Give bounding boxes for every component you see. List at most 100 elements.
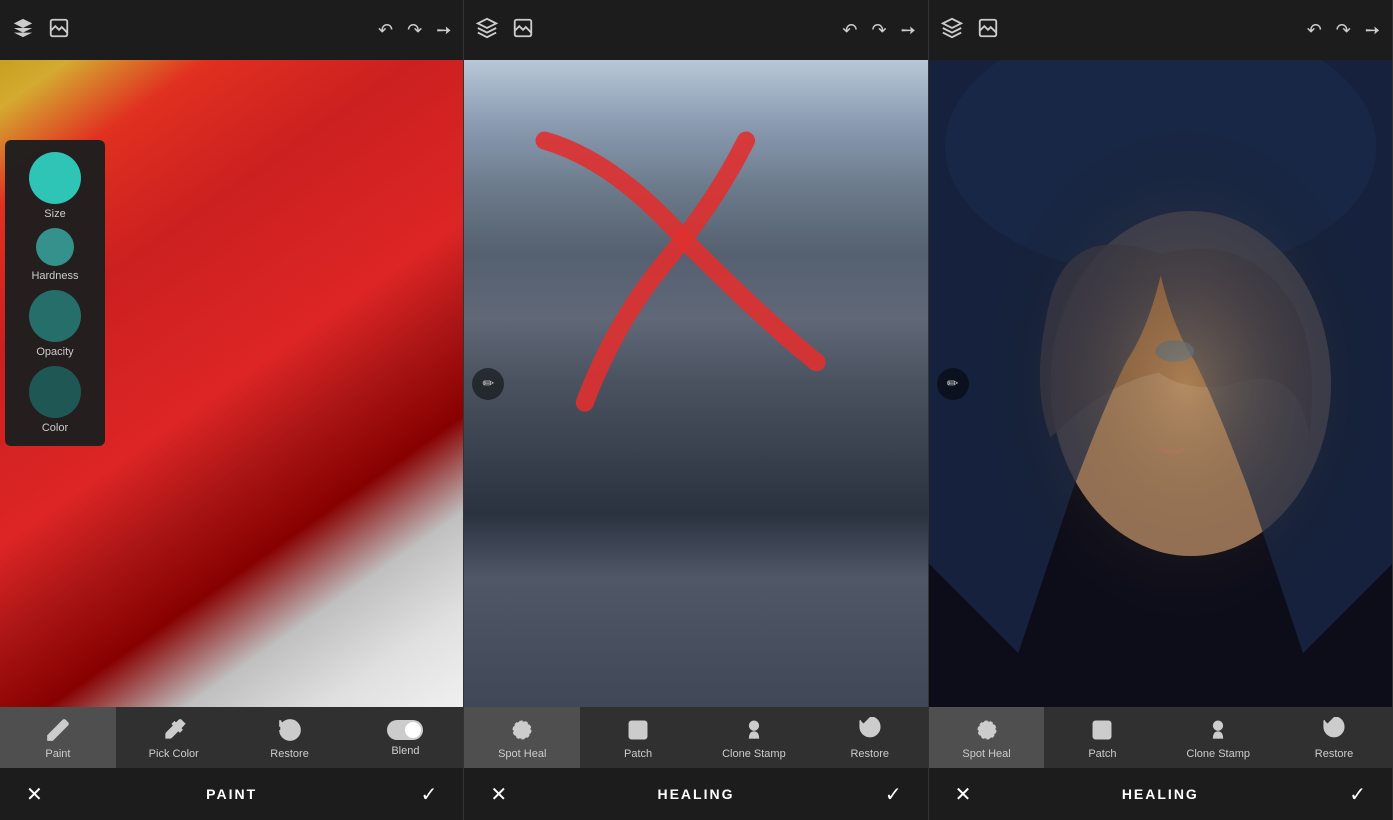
- topbar-paint: ↶ ↷ ➙: [0, 0, 463, 60]
- undo-icon[interactable]: ↶: [842, 20, 857, 41]
- clone-stamp-icon: [741, 717, 767, 743]
- brush-popup: Size Hardness Opacity Color: [5, 140, 105, 446]
- topbar-left: [12, 17, 70, 44]
- action-bar-paint: ✕ PAINT ✓: [0, 768, 463, 820]
- tool-clone-stamp[interactable]: Clone Stamp: [696, 707, 812, 768]
- expand-icon[interactable]: ➙: [901, 20, 916, 41]
- restore-label: Restore: [270, 748, 309, 760]
- pick-color-icon: [161, 717, 187, 743]
- topbar-left: [941, 17, 999, 44]
- redo-icon[interactable]: ↷: [871, 20, 886, 41]
- redo-icon[interactable]: ↷: [407, 20, 422, 41]
- patch-icon: [1089, 717, 1115, 743]
- image-icon[interactable]: [512, 17, 534, 44]
- clone-stamp-icon: [1205, 717, 1231, 743]
- color-circle: [29, 366, 81, 418]
- panel-healing-1: ↶ ↷ ➙ ✏: [464, 0, 928, 820]
- restore-icon: [857, 717, 883, 743]
- topbar-right: ↶ ↷ ➙: [378, 20, 451, 41]
- patch-label: Patch: [1088, 748, 1116, 760]
- canvas-paint: Size Hardness Opacity Color: [0, 60, 463, 707]
- hardness-label: Hardness: [31, 270, 78, 282]
- redo-icon[interactable]: ↷: [1336, 20, 1351, 41]
- spot-heal-icon: [509, 717, 535, 743]
- clone-stamp-label: Clone Stamp: [1186, 748, 1250, 760]
- topbar-right: ↶ ↷ ➙: [1307, 20, 1380, 41]
- cancel-button[interactable]: ✕: [482, 778, 515, 811]
- image-icon[interactable]: [977, 17, 999, 44]
- cancel-button[interactable]: ✕: [947, 778, 980, 811]
- color-control[interactable]: Color: [15, 366, 95, 434]
- tool-clone-stamp[interactable]: Clone Stamp: [1160, 707, 1276, 768]
- restore-icon: [1321, 717, 1347, 743]
- layers-icon[interactable]: [12, 17, 34, 44]
- opacity-label: Opacity: [36, 346, 73, 358]
- hardness-circle: [36, 228, 74, 266]
- expand-icon[interactable]: ➙: [436, 20, 451, 41]
- size-control[interactable]: Size: [15, 152, 95, 220]
- restore-label: Restore: [850, 748, 889, 760]
- bottom-toolbar-healing1: Spot Heal Patch: [464, 707, 927, 768]
- spot-heal-label: Spot Heal: [962, 748, 1010, 760]
- cancel-button[interactable]: ✕: [18, 778, 51, 811]
- topbar-healing2: ↶ ↷ ➙: [929, 0, 1392, 60]
- size-label: Size: [44, 208, 65, 220]
- confirm-button[interactable]: ✓: [413, 778, 446, 811]
- tool-row: Spot Heal Patch: [929, 707, 1392, 768]
- portrait-image: ✏: [929, 60, 1392, 707]
- tool-patch[interactable]: Patch: [1044, 707, 1160, 768]
- topbar-left: [476, 17, 534, 44]
- spot-heal-label: Spot Heal: [498, 748, 546, 760]
- tool-patch[interactable]: Patch: [580, 707, 696, 768]
- blend-icon: [387, 720, 423, 740]
- patch-label: Patch: [624, 748, 652, 760]
- action-bar-healing2: ✕ HEALING ✓: [929, 768, 1392, 820]
- tool-paint[interactable]: Paint: [0, 707, 116, 768]
- pick-color-label: Pick Color: [149, 748, 199, 760]
- pencil-indicator: ✏: [472, 368, 504, 400]
- patch-icon: [625, 717, 651, 743]
- beef-can-image: Size Hardness Opacity Color: [0, 60, 463, 707]
- tool-row: Paint Pick Color Restore: [0, 707, 463, 768]
- opacity-circle: [29, 290, 81, 342]
- tool-blend[interactable]: Blend: [347, 707, 463, 768]
- tool-spot-heal[interactable]: Spot Heal: [464, 707, 580, 768]
- image-icon[interactable]: [48, 17, 70, 44]
- bottom-toolbar-healing2: Spot Heal Patch: [929, 707, 1392, 768]
- tool-restore[interactable]: Restore: [812, 707, 928, 768]
- canvas-healing2: ✏: [929, 60, 1392, 707]
- tool-spot-heal[interactable]: Spot Heal: [929, 707, 1045, 768]
- restore-icon: [277, 717, 303, 743]
- topbar-healing1: ↶ ↷ ➙: [464, 0, 927, 60]
- layers-icon[interactable]: [941, 17, 963, 44]
- paint-icon: [45, 717, 71, 743]
- opacity-control[interactable]: Opacity: [15, 290, 95, 358]
- hardness-control[interactable]: Hardness: [15, 228, 95, 282]
- panel-title: HEALING: [1122, 786, 1199, 802]
- portrait-svg: [929, 60, 1392, 707]
- topbar-right: ↶ ↷ ➙: [842, 20, 915, 41]
- panel-paint: ↶ ↷ ➙ Size Hardness Opacity: [0, 0, 464, 820]
- expand-icon[interactable]: ➙: [1365, 20, 1380, 41]
- undo-icon[interactable]: ↶: [378, 20, 393, 41]
- layers-icon[interactable]: [476, 17, 498, 44]
- bottom-toolbar-paint: Paint Pick Color Restore: [0, 707, 463, 768]
- tool-restore[interactable]: Restore: [1276, 707, 1392, 768]
- pencil-indicator: ✏: [937, 368, 969, 400]
- tool-restore[interactable]: Restore: [232, 707, 348, 768]
- tool-row: Spot Heal Patch: [464, 707, 927, 768]
- tool-pick-color[interactable]: Pick Color: [116, 707, 232, 768]
- paint-label: Paint: [45, 748, 70, 760]
- undo-icon[interactable]: ↶: [1307, 20, 1322, 41]
- confirm-button[interactable]: ✓: [877, 778, 910, 811]
- red-paint-overlay: [464, 60, 927, 604]
- confirm-button[interactable]: ✓: [1341, 778, 1374, 811]
- size-circle: [29, 152, 81, 204]
- canvas-healing1: ✏: [464, 60, 927, 707]
- spot-heal-icon: [974, 717, 1000, 743]
- action-bar-healing1: ✕ HEALING ✓: [464, 768, 927, 820]
- clone-stamp-label: Clone Stamp: [722, 748, 786, 760]
- blend-label: Blend: [391, 745, 419, 757]
- panel-title: HEALING: [657, 786, 734, 802]
- street-image: ✏: [464, 60, 927, 707]
